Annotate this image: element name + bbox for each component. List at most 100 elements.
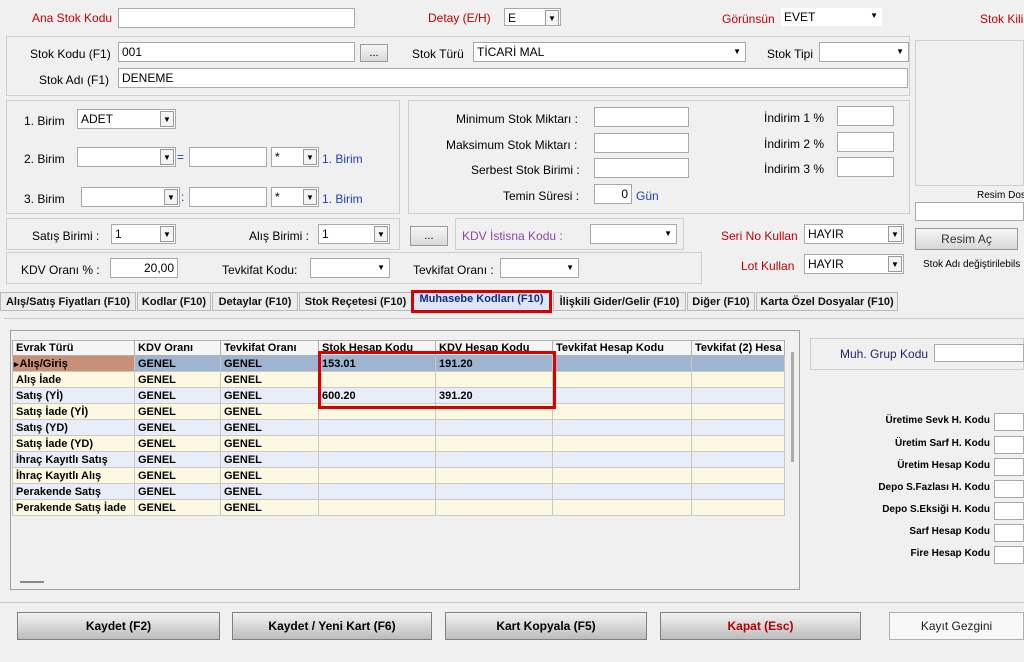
stok-kodu-input[interactable]: 001 [118, 42, 355, 62]
right-field-input[interactable] [994, 436, 1024, 454]
birim1-select[interactable]: ADET ▼ [77, 109, 176, 129]
table-row[interactable]: Perakende Satış GENEL GENEL [12, 483, 785, 500]
tab-muhasebe-kodlari[interactable]: Muhasebe Kodları (F10) [411, 290, 552, 313]
min-stok-input[interactable] [594, 107, 689, 127]
tab-diger[interactable]: Diğer (F10) [687, 292, 755, 311]
cell-tevkifat-hesap-kodu[interactable] [552, 483, 692, 500]
kaydet-button[interactable]: Kaydet (F2) [17, 612, 220, 640]
gorunsun-select[interactable]: EVET ▼ [781, 8, 882, 26]
cell-tevkifat-hesap-kodu[interactable] [552, 419, 692, 436]
cell-tevkifat-hesap-kodu[interactable] [552, 387, 692, 404]
cell-stok-hesap-kodu[interactable] [318, 435, 436, 452]
cell-tevkifat2-hesap-kodu[interactable] [691, 467, 785, 484]
cell-stok-hesap-kodu[interactable] [318, 467, 436, 484]
cell-tevkifat2-hesap-kodu[interactable] [691, 483, 785, 500]
grid-scroll-thumb[interactable] [20, 581, 44, 583]
right-field-input[interactable] [994, 524, 1024, 542]
kdv-orani-input[interactable]: 20,00 [110, 258, 178, 278]
cell-tevkifat2-hesap-kodu[interactable] [691, 419, 785, 436]
cell-tevkifat2-hesap-kodu[interactable] [691, 387, 785, 404]
stok-adi-input[interactable]: DENEME [118, 68, 908, 88]
table-row[interactable]: İhraç Kayıtlı Satış GENEL GENEL [12, 451, 785, 468]
right-field-input[interactable] [994, 546, 1024, 564]
ana-stok-kodu-input[interactable] [118, 8, 355, 28]
table-row[interactable]: Satış (YD) GENEL GENEL [12, 419, 785, 436]
birim2-factor-input[interactable] [189, 147, 267, 167]
cell-evrak-turu[interactable]: Satış (Yİ) [12, 387, 135, 404]
cell-kdv-hesap-kodu[interactable] [435, 435, 553, 452]
cell-evrak-turu[interactable]: Perakende Satış [12, 483, 135, 500]
cell-tevkifat-hesap-kodu[interactable] [552, 451, 692, 468]
kart-kopyala-button[interactable]: Kart Kopyala (F5) [445, 612, 647, 640]
cell-evrak-turu[interactable]: ▸Alış/Giriş [12, 355, 135, 372]
table-row[interactable]: Satış İade (YD) GENEL GENEL [12, 435, 785, 452]
cell-tevkifat-orani[interactable]: GENEL [220, 467, 319, 484]
resim-ac-button[interactable]: Resim Aç [915, 228, 1018, 250]
birim2-op-select[interactable]: * ▼ [271, 147, 319, 167]
cell-kdv-hesap-kodu[interactable] [435, 483, 553, 500]
right-field-input[interactable] [994, 458, 1024, 476]
alis-birimi-select[interactable]: 1 ▼ [318, 224, 390, 244]
cell-kdv-orani[interactable]: GENEL [134, 355, 221, 372]
cell-kdv-orani[interactable]: GENEL [134, 435, 221, 452]
cell-kdv-hesap-kodu[interactable] [435, 451, 553, 468]
birim3-select[interactable]: ▼ [81, 187, 180, 207]
cell-evrak-turu[interactable]: Satış İade (YD) [12, 435, 135, 452]
cell-tevkifat-hesap-kodu[interactable] [552, 499, 692, 516]
table-row[interactable]: Perakende Satış İade GENEL GENEL [12, 499, 785, 516]
grid-vertical-scrollbar[interactable] [791, 352, 794, 462]
stok-kodu-browse-button[interactable]: ... [360, 44, 388, 62]
tab-kodlar[interactable]: Kodlar (F10) [137, 292, 211, 311]
tab-iliskili-gider-gelir[interactable]: İlişkili Gider/Gelir (F10) [553, 292, 686, 311]
cell-tevkifat2-hesap-kodu[interactable] [691, 499, 785, 516]
cell-tevkifat-orani[interactable]: GENEL [220, 451, 319, 468]
cell-tevkifat-hesap-kodu[interactable] [552, 467, 692, 484]
birim3-factor-input[interactable] [189, 187, 267, 207]
max-stok-input[interactable] [594, 133, 689, 153]
col-kdv-orani[interactable]: KDV Oranı [134, 340, 221, 356]
cell-evrak-turu[interactable]: Perakende Satış İade [12, 499, 135, 516]
cell-evrak-turu[interactable]: Alış İade [12, 371, 135, 388]
stok-turu-select[interactable]: TİCARİ MAL ▼ [473, 42, 746, 62]
cell-evrak-turu[interactable]: Satış (YD) [12, 419, 135, 436]
cell-kdv-hesap-kodu[interactable] [435, 467, 553, 484]
cell-tevkifat-orani[interactable]: GENEL [220, 483, 319, 500]
resim-dosya-input[interactable] [915, 202, 1024, 221]
cell-tevkifat-orani[interactable]: GENEL [220, 499, 319, 516]
cell-tevkifat-orani[interactable]: GENEL [220, 435, 319, 452]
cell-kdv-orani[interactable]: GENEL [134, 451, 221, 468]
cell-stok-hesap-kodu[interactable] [318, 419, 436, 436]
cell-tevkifat2-hesap-kodu[interactable] [691, 451, 785, 468]
cell-evrak-turu[interactable]: Satış İade (Yİ) [12, 403, 135, 420]
cell-kdv-hesap-kodu[interactable] [435, 419, 553, 436]
cell-kdv-orani[interactable]: GENEL [134, 403, 221, 420]
cell-tevkifat-orani[interactable]: GENEL [220, 355, 319, 372]
temin-suresi-input[interactable]: 0 [594, 184, 632, 204]
tevkifat-orani-select[interactable]: ▼ [500, 258, 579, 278]
cell-tevkifat-hesap-kodu[interactable] [552, 435, 692, 452]
muh-grup-input[interactable] [934, 344, 1024, 362]
cell-tevkifat-hesap-kodu[interactable] [552, 371, 692, 388]
table-row[interactable]: İhraç Kayıtlı Alış GENEL GENEL [12, 467, 785, 484]
cell-tevkifat-orani[interactable]: GENEL [220, 403, 319, 420]
cell-tevkifat-orani[interactable]: GENEL [220, 419, 319, 436]
kdv-istisna-browse-button[interactable]: ... [410, 226, 448, 246]
birim2-select[interactable]: ▼ [77, 147, 176, 167]
tab-stok-recetesi[interactable]: Stok Reçetesi (F10) [299, 292, 412, 311]
cell-kdv-orani[interactable]: GENEL [134, 467, 221, 484]
col-tevkifat-hesap-kodu[interactable]: Tevkifat Hesap Kodu [552, 340, 692, 356]
cell-kdv-orani[interactable]: GENEL [134, 419, 221, 436]
tevkifat-kodu-select[interactable]: ▼ [310, 258, 390, 278]
cell-evrak-turu[interactable]: İhraç Kayıtlı Alış [12, 467, 135, 484]
tab-karta-ozel-dosyalar[interactable]: Karta Özel Dosyalar (F10) [756, 292, 898, 311]
satis-birimi-select[interactable]: 1 ▼ [111, 224, 176, 244]
cell-kdv-orani[interactable]: GENEL [134, 387, 221, 404]
right-field-input[interactable] [994, 502, 1024, 520]
col-tevkifat-orani[interactable]: Tevkifat Oranı [220, 340, 319, 356]
cell-kdv-orani[interactable]: GENEL [134, 499, 221, 516]
lot-select[interactable]: HAYIR ▼ [804, 254, 904, 274]
cell-tevkifat2-hesap-kodu[interactable] [691, 435, 785, 452]
cell-tevkifat-orani[interactable]: GENEL [220, 371, 319, 388]
cell-tevkifat-hesap-kodu[interactable] [552, 403, 692, 420]
cell-evrak-turu[interactable]: İhraç Kayıtlı Satış [12, 451, 135, 468]
